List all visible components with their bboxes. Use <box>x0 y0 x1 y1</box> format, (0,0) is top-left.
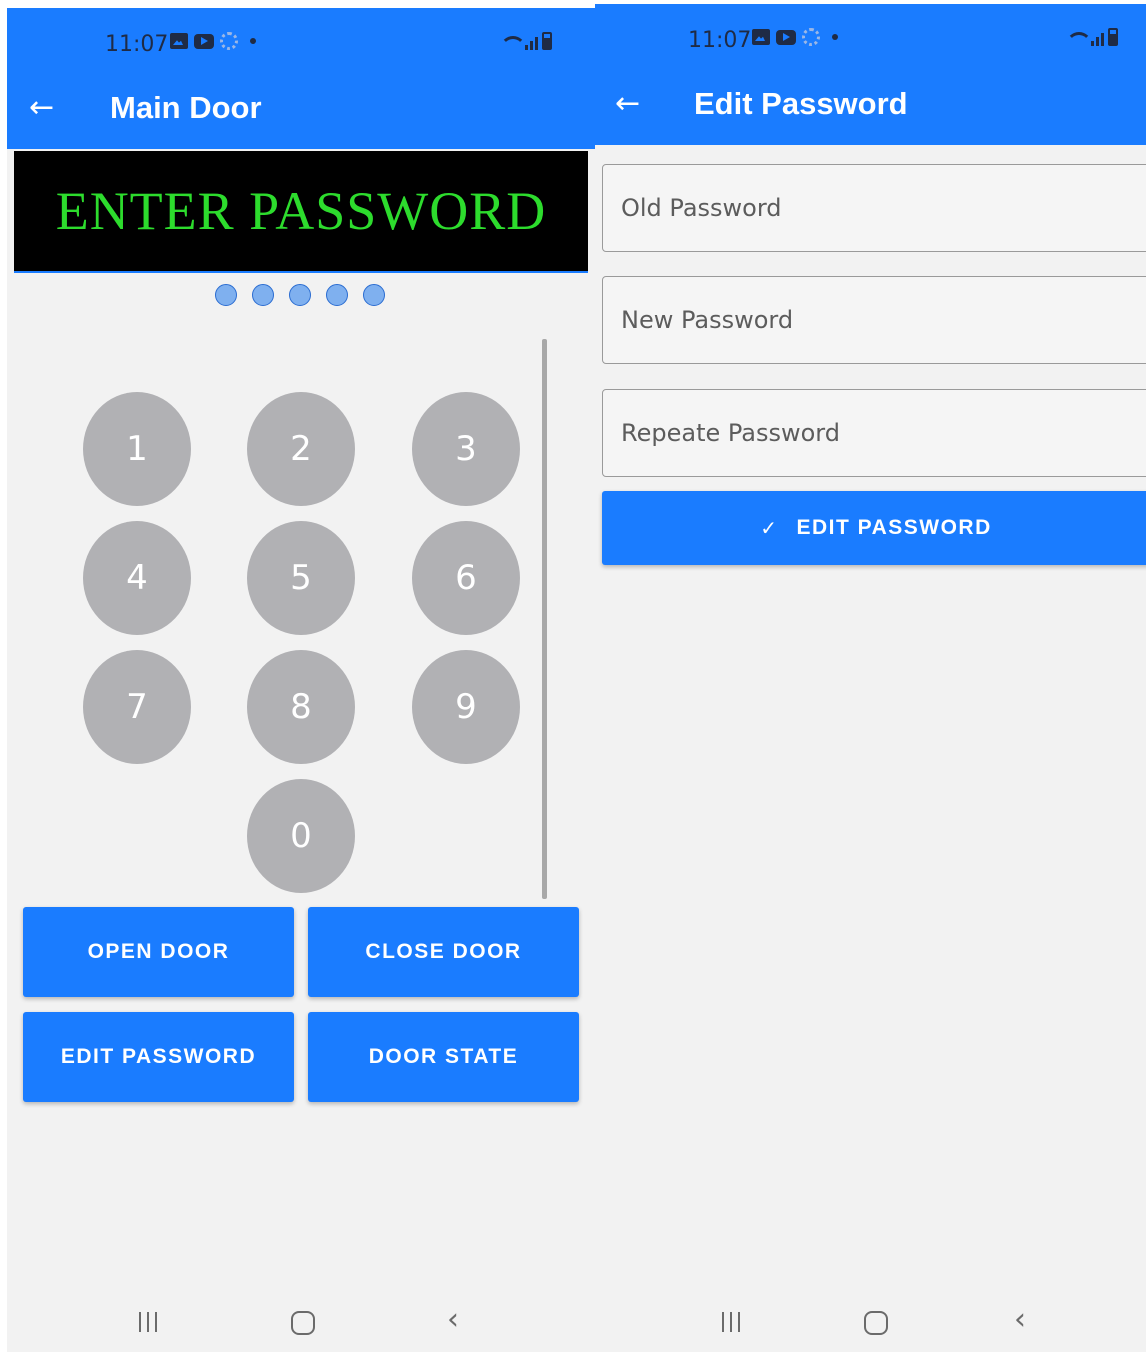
edit-password-submit-button[interactable]: ✓ EDIT PASSWORD <box>602 491 1146 565</box>
status-bar: 11:07 <box>595 4 1146 72</box>
status-notification-icons <box>752 28 838 46</box>
app-bar: ← Main Door <box>7 76 595 149</box>
battery-icon <box>1108 28 1118 46</box>
back-arrow-icon[interactable]: ← <box>615 88 647 120</box>
key-1[interactable]: 1 <box>83 392 191 506</box>
new-password-field[interactable] <box>602 276 1146 364</box>
key-0[interactable]: 0 <box>247 779 355 893</box>
key-9[interactable]: 9 <box>412 650 520 764</box>
sync-notification-icon <box>220 32 238 50</box>
key-8[interactable]: 8 <box>247 650 355 764</box>
open-door-button[interactable]: OPEN DOOR <box>23 907 294 997</box>
password-display: ENTER PASSWORD <box>14 151 588 273</box>
pin-dot <box>326 284 348 306</box>
page-title: Main Door <box>110 90 262 125</box>
status-time: 11:07 <box>688 28 752 53</box>
key-6[interactable]: 6 <box>412 521 520 635</box>
sync-notification-icon <box>802 28 820 46</box>
chevron-left-icon[interactable]: ‹ <box>1014 1302 1026 1337</box>
pin-dot <box>215 284 237 306</box>
status-bar: 11:07 <box>7 8 595 76</box>
new-password-input[interactable] <box>621 277 1121 363</box>
chevron-left-icon[interactable]: ‹ <box>447 1302 459 1337</box>
repeat-password-field[interactable] <box>602 389 1146 477</box>
battery-icon <box>542 32 552 50</box>
more-notifications-icon <box>832 34 838 40</box>
key-5[interactable]: 5 <box>247 521 355 635</box>
navigation-bar: ‹ <box>595 1302 1146 1352</box>
check-icon: ✓ <box>760 516 779 540</box>
status-notification-icons <box>170 32 256 50</box>
display-text: ENTER PASSWORD <box>55 181 547 241</box>
gallery-notification-icon <box>170 33 188 49</box>
door-state-button[interactable]: DOOR STATE <box>308 1012 579 1102</box>
status-system-icons <box>499 32 552 50</box>
signal-icon <box>525 37 538 50</box>
key-3[interactable]: 3 <box>412 392 520 506</box>
pin-dot <box>289 284 311 306</box>
home-icon[interactable] <box>864 1311 888 1335</box>
pin-dot <box>363 284 385 306</box>
recents-icon[interactable] <box>722 1312 740 1332</box>
gallery-notification-icon <box>752 29 770 45</box>
edit-password-submit-label: EDIT PASSWORD <box>796 516 992 539</box>
recents-icon[interactable] <box>139 1312 157 1332</box>
old-password-input[interactable] <box>621 165 1121 251</box>
youtube-notification-icon <box>194 33 214 49</box>
main-door-screen: 11:07 ← Main Door ENTER PASSWORD 1 2 3 4… <box>7 8 595 1352</box>
status-system-icons <box>1065 28 1118 46</box>
navigation-bar: ‹ <box>7 1302 595 1352</box>
pin-indicator <box>215 284 385 306</box>
key-7[interactable]: 7 <box>83 650 191 764</box>
old-password-field[interactable] <box>602 164 1146 252</box>
wifi-icon <box>1065 30 1092 46</box>
key-2[interactable]: 2 <box>247 392 355 506</box>
back-arrow-icon[interactable]: ← <box>29 92 61 124</box>
close-door-button[interactable]: CLOSE DOOR <box>308 907 579 997</box>
key-4[interactable]: 4 <box>83 521 191 635</box>
more-notifications-icon <box>250 38 256 44</box>
wifi-icon <box>499 34 526 50</box>
edit-password-button[interactable]: EDIT PASSWORD <box>23 1012 294 1102</box>
app-bar: ← Edit Password <box>595 72 1146 145</box>
signal-icon <box>1091 33 1104 46</box>
edit-password-screen: 11:07 ← Edit Password ✓ EDIT PASSWORD ‹ <box>595 4 1146 1352</box>
youtube-notification-icon <box>776 29 796 45</box>
repeat-password-input[interactable] <box>621 390 1121 476</box>
status-time: 11:07 <box>105 32 169 57</box>
page-title: Edit Password <box>694 86 908 121</box>
home-icon[interactable] <box>291 1311 315 1335</box>
scrollbar[interactable] <box>542 339 547 899</box>
pin-dot <box>252 284 274 306</box>
